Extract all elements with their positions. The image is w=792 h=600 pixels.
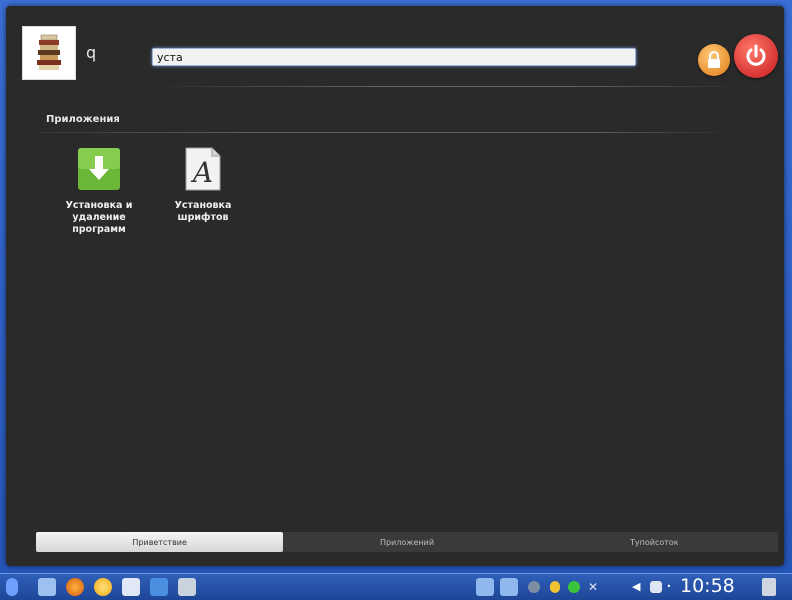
battery-icon[interactable] [650,581,662,593]
clock-separator: · [666,576,672,597]
application-launcher: q Приложения [6,6,784,566]
volume-icon[interactable]: ◀ [632,581,646,593]
firefox-icon[interactable] [66,578,84,596]
search-input[interactable] [152,48,636,66]
result-label: Установка шрифтов [174,200,232,223]
power-icon [746,44,766,66]
svg-text:A: A [190,156,213,189]
tab-welcome[interactable]: Приветствие [36,532,284,552]
launcher-tabs: Приветствие Приложений Тупойсоток [36,532,778,552]
header-divider [146,86,746,87]
desktop: q Приложения [0,0,792,600]
mail-icon[interactable] [122,578,140,596]
messenger-icon[interactable] [94,578,112,596]
archive-icon[interactable] [178,578,196,596]
result-install-remove-programs[interactable]: Установка и удаление программ [54,146,144,236]
keyboard-layout-icon[interactable]: ✕ [588,581,600,593]
update-icon[interactable] [568,581,580,593]
clock[interactable]: 10:58 [680,575,735,597]
file-manager-icon[interactable] [38,578,56,596]
tab-favorites[interactable]: Тупойсоток [531,532,778,552]
books-stack-icon [37,34,61,70]
shutdown-button[interactable] [734,34,778,78]
network-icon[interactable] [528,581,540,593]
lock-icon [708,51,720,68]
taskbar: ✕ ◀ · 10:58 [0,573,792,600]
user-avatar[interactable] [22,26,76,80]
username-label: q [86,43,97,62]
section-title: Приложения [46,114,120,125]
media-player-icon[interactable] [150,578,168,596]
menu-icon[interactable] [6,578,18,596]
result-install-fonts[interactable]: A Установка шрифтов [158,146,248,224]
notification-icon[interactable] [550,581,560,593]
folder-icon[interactable] [500,578,518,596]
result-label: Установка и удаление программ [65,200,133,235]
font-installer-icon: A [180,146,226,192]
tab-applications[interactable]: Приложений [283,532,530,552]
folder-icon[interactable] [476,578,494,596]
trash-icon[interactable] [762,578,776,596]
lock-screen-button[interactable] [698,44,730,76]
section-divider [42,132,732,133]
install-software-icon [76,146,122,192]
